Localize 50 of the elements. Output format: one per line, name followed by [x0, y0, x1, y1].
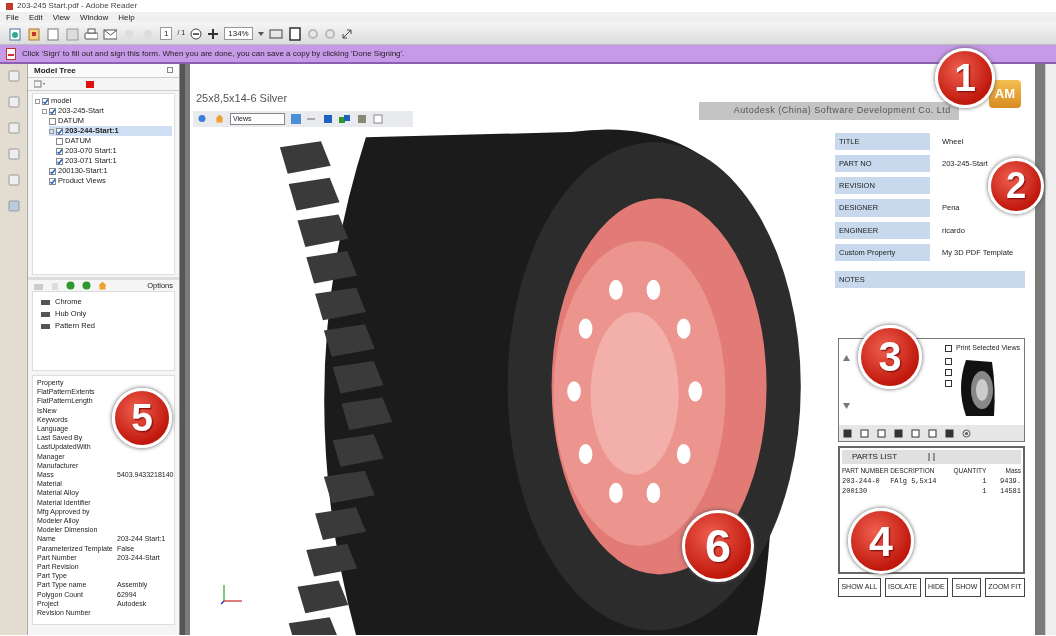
scroll-down-icon[interactable]: [843, 403, 850, 410]
menu-item[interactable]: Help: [118, 11, 135, 24]
parts-list-title: PARTS LIST: [852, 451, 898, 464]
scroll-up-icon[interactable]: [843, 355, 850, 362]
checkbox-icon[interactable]: [56, 137, 63, 145]
pdf-icon: [6, 2, 13, 10]
company-banner: Autodesk (China) Software Development Co. Ltd: [698, 102, 959, 120]
message-text: Click 'Sign' to fill out and sign this form. When you are done, you can save a copy by clicking 'Done Signing'.: [22, 47, 405, 60]
cube-icon[interactable]: [323, 113, 333, 124]
checkbox-checked-icon[interactable]: [56, 127, 63, 135]
company-logo: AM: [988, 80, 1021, 108]
tree-options-icon[interactable]: [34, 80, 46, 88]
panel-title: Model Tree: [34, 67, 76, 74]
fit-width-icon[interactable]: [268, 26, 283, 41]
dropdown-caret-icon[interactable]: [257, 30, 264, 37]
dot-icon[interactable]: [66, 281, 75, 290]
menu-item[interactable]: File: [6, 11, 19, 24]
menu-item[interactable]: Edit: [28, 11, 43, 24]
collapse-icon[interactable]: [167, 67, 173, 73]
fit-page-icon[interactable]: [287, 26, 302, 41]
zoom-in-icon[interactable]: [207, 27, 220, 40]
page-number-field[interactable]: 1: [160, 27, 173, 40]
sign-icon: [6, 47, 16, 60]
email-icon[interactable]: [103, 26, 117, 41]
print-icon[interactable]: [84, 26, 98, 41]
zoom-out-icon[interactable]: [190, 27, 203, 40]
menu-item[interactable]: View: [52, 11, 70, 24]
expand-icon[interactable]: [340, 27, 353, 40]
document-title: 25x8,5x14-6 Silver: [195, 91, 289, 106]
dot-icon[interactable]: [82, 281, 91, 290]
window-title: 203-245 Start.pdf - Adobe Reader: [17, 0, 138, 12]
checkbox-checked-icon[interactable]: [56, 147, 63, 155]
scrollbar[interactable]: [1045, 64, 1056, 635]
menu-item[interactable]: Window: [79, 11, 109, 24]
axis-triad-icon: [220, 583, 244, 605]
target-icon[interactable]: [962, 428, 971, 438]
checkbox-icon[interactable]: [49, 117, 56, 125]
checkbox[interactable]: [944, 345, 952, 352]
color-swatch-icon[interactable]: [86, 80, 94, 88]
checkbox-checked-icon[interactable]: [49, 177, 56, 185]
cubes-icon[interactable]: [339, 113, 351, 124]
checkbox[interactable]: [944, 357, 952, 365]
checkbox-checked-icon[interactable]: [56, 157, 63, 165]
checkbox-checked-icon[interactable]: [42, 97, 49, 105]
checkbox[interactable]: [944, 368, 952, 376]
document-icon[interactable]: [46, 26, 60, 41]
checkbox-checked-icon[interactable]: [49, 167, 56, 175]
checkbox[interactable]: [944, 379, 952, 387]
zoom-field[interactable]: 134%: [224, 27, 253, 40]
checkbox-checked-icon[interactable]: [49, 107, 56, 115]
